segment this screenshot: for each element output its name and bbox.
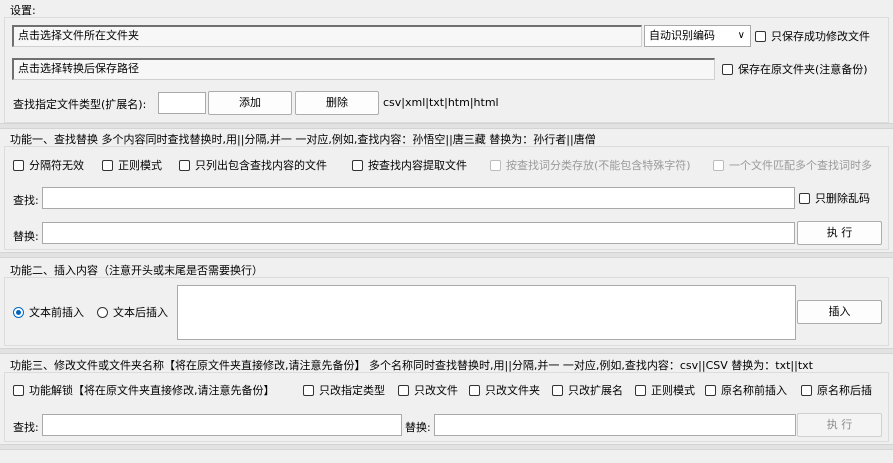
radio-dot[interactable] bbox=[13, 306, 24, 318]
f3-suffix-checkbox[interactable]: 原名称后插 bbox=[801, 382, 885, 398]
checkbox-box[interactable] bbox=[552, 384, 563, 396]
f1-sep-invalid-label: 分隔符无效 bbox=[29, 159, 84, 172]
insert-before-radio[interactable]: 文本前插入 bbox=[13, 304, 84, 320]
insert-after-label: 文本后插入 bbox=[113, 306, 168, 319]
checkbox-box[interactable] bbox=[102, 159, 113, 171]
f1-find-label: 查找: bbox=[13, 194, 39, 207]
f3-replace-label: 替换: bbox=[405, 421, 431, 434]
f3-unlock-checkbox[interactable]: 功能解锁【将在原文件夹直接修改,请注意先备份】 bbox=[13, 382, 275, 398]
f1-regex-label: 正则模式 bbox=[118, 159, 162, 172]
only-delete-garbled-label: 只删除乱码 bbox=[815, 192, 870, 205]
checkbox-box[interactable] bbox=[801, 384, 812, 396]
f3-file-checkbox[interactable]: 只改文件 bbox=[398, 382, 458, 398]
delete-ext-button[interactable]: 删除 bbox=[295, 91, 379, 115]
checkbox-box[interactable] bbox=[635, 384, 646, 396]
f1-title: 功能一、查找替换 多个内容同时查找替换时,用||分隔,并一 一对应,例如,查找内… bbox=[10, 133, 596, 146]
f1-multi-checkbox[interactable]: 一个文件匹配多个查找词时多 bbox=[713, 157, 883, 173]
f1-extract-checkbox[interactable]: 按查找内容提取文件 bbox=[352, 157, 467, 173]
checkbox-box[interactable] bbox=[755, 30, 766, 42]
f3-ext-checkbox[interactable]: 只改扩展名 bbox=[552, 382, 623, 398]
insert-content-textarea[interactable] bbox=[177, 285, 796, 340]
encoding-select[interactable]: 自动识别编码 ∨ bbox=[644, 25, 751, 47]
f1-extract-label: 按查找内容提取文件 bbox=[368, 159, 467, 172]
f1-replace-label: 替换: bbox=[13, 230, 39, 243]
insert-before-label: 文本前插入 bbox=[29, 306, 84, 319]
f3-suffix-label: 原名称后插 bbox=[817, 384, 872, 397]
checkbox-box[interactable] bbox=[713, 159, 724, 171]
f3-type-label: 只改指定类型 bbox=[319, 384, 385, 397]
checkbox-box[interactable] bbox=[799, 192, 810, 204]
f1-replace-input[interactable] bbox=[42, 222, 795, 244]
save-in-original-label: 保存在原文件夹(注意备份) bbox=[738, 63, 868, 76]
insert-button[interactable]: 插入 bbox=[797, 300, 882, 324]
checkbox-box[interactable] bbox=[303, 384, 314, 396]
f1-find-input[interactable] bbox=[42, 187, 795, 209]
checkbox-box[interactable] bbox=[179, 159, 190, 171]
ext-label: 查找指定文件类型(扩展名): bbox=[13, 98, 147, 111]
f3-prefix-checkbox[interactable]: 原名称前插入 bbox=[705, 382, 787, 398]
divider bbox=[0, 444, 893, 450]
ext-list: csv|xml|txt|htm|html bbox=[383, 96, 499, 109]
f3-type-checkbox[interactable]: 只改指定类型 bbox=[303, 382, 385, 398]
checkbox-box[interactable] bbox=[352, 159, 363, 171]
f3-find-label: 查找: bbox=[13, 421, 39, 434]
divider bbox=[0, 348, 893, 354]
checkbox-box[interactable] bbox=[13, 384, 24, 396]
f3-prefix-label: 原名称前插入 bbox=[721, 384, 787, 397]
checkbox-box[interactable] bbox=[490, 159, 501, 171]
f1-classify-checkbox[interactable]: 按查找词分类存放(不能包含特殊字符) bbox=[490, 157, 691, 173]
f3-ext-label: 只改扩展名 bbox=[568, 384, 623, 397]
checkbox-box[interactable] bbox=[398, 384, 409, 396]
f3-replace-input[interactable] bbox=[434, 414, 796, 436]
target-folder-field[interactable]: 点击选择转换后保存路径 bbox=[12, 58, 715, 80]
f1-multi-label: 一个文件匹配多个查找词时多 bbox=[729, 159, 872, 172]
only-save-success-label: 只保存成功修改文件 bbox=[771, 30, 870, 43]
f2-title: 功能二、插入内容（注意开头或末尾是否需要换行） bbox=[10, 264, 263, 277]
f1-sep-invalid-checkbox[interactable]: 分隔符无效 bbox=[13, 157, 84, 173]
divider bbox=[0, 123, 893, 129]
insert-after-radio[interactable]: 文本后插入 bbox=[97, 304, 168, 320]
checkbox-box[interactable] bbox=[469, 384, 480, 396]
f3-unlock-label: 功能解锁【将在原文件夹直接修改,请注意先备份】 bbox=[29, 384, 275, 397]
f3-find-input[interactable] bbox=[42, 414, 402, 436]
ext-input[interactable] bbox=[158, 92, 206, 114]
f3-execute-button[interactable]: 执 行 bbox=[797, 413, 882, 437]
source-folder-field[interactable]: 点击选择文件所在文件夹 bbox=[12, 25, 642, 47]
f3-folder-label: 只改文件夹 bbox=[485, 384, 540, 397]
chevron-down-icon: ∨ bbox=[737, 30, 745, 41]
radio-dot[interactable] bbox=[97, 306, 108, 318]
only-save-success-checkbox[interactable]: 只保存成功修改文件 bbox=[755, 28, 870, 44]
settings-title: 设置: bbox=[10, 4, 36, 17]
f1-classify-label: 按查找词分类存放(不能包含特殊字符) bbox=[506, 159, 691, 172]
divider bbox=[0, 252, 893, 258]
f3-folder-checkbox[interactable]: 只改文件夹 bbox=[469, 382, 540, 398]
checkbox-box[interactable] bbox=[705, 384, 716, 396]
encoding-value: 自动识别编码 bbox=[649, 29, 715, 42]
only-delete-garbled-checkbox[interactable]: 只删除乱码 bbox=[799, 190, 870, 206]
f1-list-only-label: 只列出包含查找内容的文件 bbox=[195, 159, 327, 172]
f1-regex-checkbox[interactable]: 正则模式 bbox=[102, 157, 162, 173]
f3-regex-label: 正则模式 bbox=[651, 384, 695, 397]
checkbox-box[interactable] bbox=[722, 63, 733, 75]
f1-list-only-checkbox[interactable]: 只列出包含查找内容的文件 bbox=[179, 157, 327, 173]
add-ext-button[interactable]: 添加 bbox=[208, 91, 292, 115]
save-in-original-checkbox[interactable]: 保存在原文件夹(注意备份) bbox=[722, 61, 868, 77]
f3-title: 功能三、修改文件或文件夹名称【将在原文件夹直接修改,请注意先备份】 多个名称同时… bbox=[10, 359, 813, 372]
f1-execute-button[interactable]: 执 行 bbox=[797, 221, 882, 245]
f3-file-label: 只改文件 bbox=[414, 384, 458, 397]
f3-regex-checkbox[interactable]: 正则模式 bbox=[635, 382, 695, 398]
checkbox-box[interactable] bbox=[13, 159, 24, 171]
